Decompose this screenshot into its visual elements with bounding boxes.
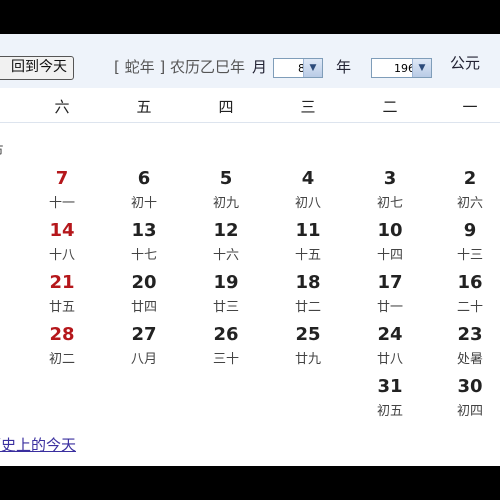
calendar-day-lunar: 初五 — [376, 404, 403, 419]
calendar-day-lunar: 廿八 — [376, 352, 403, 367]
calendar-day[interactable]: 17 — [368, 272, 412, 293]
calendar-toolbar: 公元 1965 ▼ 年 8 ▼ 月 [ 蛇年 ] 农历乙巳年 回到今天 — [0, 34, 500, 89]
calendar-day[interactable]: 10 — [368, 220, 412, 241]
calendar-day-lunar: 十一 — [48, 196, 75, 211]
weekday-header-4: 三 — [300, 98, 316, 116]
calendar-day-lunar: 廿三 — [212, 300, 239, 315]
calendar-day[interactable]: 1 — [0, 116, 6, 137]
calendar-day-lunar: 三十 — [212, 352, 239, 367]
calendar-day[interactable]: 5 — [204, 168, 248, 189]
year-label: 年 — [335, 58, 351, 76]
weekday-header-2: 五 — [136, 98, 152, 116]
calendar-day[interactable]: 9 — [448, 220, 492, 241]
calendar-day-lunar: 十三 — [456, 248, 483, 263]
calendar-day-lunar: 初八 — [294, 196, 321, 211]
calendar-day[interactable]: 16 — [448, 272, 492, 293]
calendar-day[interactable]: 12 — [204, 220, 248, 241]
calendar-day[interactable]: 20 — [122, 272, 166, 293]
calendar-day[interactable]: 31 — [368, 376, 412, 397]
calendar-day-lunar: 廿九 — [294, 352, 321, 367]
calendar-widget: 公元 1965 ▼ 年 8 ▼ 月 [ 蛇年 ] 农历乙巳年 回到今天 日六五四… — [0, 34, 500, 466]
calendar-day[interactable]: 4 — [286, 168, 330, 189]
weekday-header-5: 二 — [382, 98, 398, 116]
month-select[interactable]: 8 ▼ — [273, 58, 323, 78]
calendar-day[interactable]: 29 — [0, 324, 6, 345]
calendar-day[interactable]: 24 — [368, 324, 412, 345]
calendar-day[interactable]: 22 — [0, 272, 6, 293]
calendar-day-lunar: 十八 — [48, 248, 75, 263]
lunar-year-text: [ 蛇年 ] 农历乙巳年 — [113, 58, 245, 76]
calendar-day[interactable]: 21 — [40, 272, 84, 293]
weekday-header-6: 一 — [462, 98, 478, 116]
calendar-day[interactable]: 30 — [448, 376, 492, 397]
calendar-day[interactable]: 18 — [286, 272, 330, 293]
era-label-text: 公元 — [449, 54, 480, 72]
weekday-header-0: 日 — [0, 96, 4, 117]
calendar-day[interactable]: 8 — [0, 168, 6, 189]
calendar-day-lunar: 十六 — [212, 248, 239, 263]
calendar-day[interactable]: 14 — [40, 220, 84, 241]
calendar-day-lunar: 廿四 — [130, 300, 157, 315]
calendar-day[interactable]: 26 — [204, 324, 248, 345]
month-label: 月 — [251, 58, 267, 76]
calendar-day-lunar: 初十 — [130, 196, 157, 211]
calendar-day-lunar: 初六 — [456, 196, 483, 211]
calendar-day-lunar: 廿二 — [294, 300, 321, 315]
weekday-header-3: 四 — [218, 98, 234, 116]
chevron-down-icon[interactable]: ▼ — [303, 59, 322, 77]
lunar-year-info: [ 蛇年 ] 农历乙巳年 — [113, 58, 245, 76]
chevron-down-icon[interactable]: ▼ — [412, 59, 431, 77]
calendar-day-lunar: 十四 — [376, 248, 403, 263]
calendar-day-lunar: 十五 — [294, 248, 321, 263]
calendar-day-lunar: 二十 — [456, 300, 483, 315]
mirrored-calendar: 公元 1965 ▼ 年 8 ▼ 月 [ 蛇年 ] 农历乙巳年 回到今天 日六五四… — [0, 34, 500, 466]
calendar-day-lunar: 建军节 — [0, 140, 8, 159]
calendar-day[interactable]: 7 — [40, 168, 84, 189]
history-today-link[interactable]: 历史上的今天 — [0, 434, 76, 455]
calendar-day-lunar: 廿五 — [48, 300, 75, 315]
calendar-day-lunar: 初三 — [0, 348, 8, 367]
calendar-day[interactable]: 28 — [40, 324, 84, 345]
calendar-day-lunar: 初二 — [48, 352, 75, 367]
calendar-day[interactable]: 15 — [0, 220, 6, 241]
calendar-day-lunar: 立秋 — [0, 192, 8, 211]
calendar-day-lunar: 十七 — [130, 248, 157, 263]
calendar-day[interactable]: 27 — [122, 324, 166, 345]
calendar-day-lunar: 初九 — [212, 196, 239, 211]
calendar-day[interactable]: 23 — [448, 324, 492, 345]
calendar-day-lunar: 十九 — [0, 244, 8, 263]
calendar-day-lunar: 八月 — [130, 352, 157, 367]
weekday-header-1: 六 — [54, 98, 70, 116]
back-to-today-button[interactable]: 回到今天 — [0, 56, 74, 80]
weekday-header: 日六五四三二一 — [0, 88, 500, 123]
calendar-day-lunar: 廿一 — [376, 300, 403, 315]
back-to-today-label: 回到今天 — [11, 59, 67, 75]
calendar-day-lunar: 廿六 — [0, 296, 8, 315]
calendar-day[interactable]: 2 — [448, 168, 492, 189]
calendar-day[interactable]: 25 — [286, 324, 330, 345]
calendar-day-lunar: 初七 — [376, 196, 403, 211]
calendar-day[interactable]: 3 — [368, 168, 412, 189]
year-select[interactable]: 1965 ▼ — [371, 58, 432, 78]
calendar-day[interactable]: 11 — [286, 220, 330, 241]
calendar-day[interactable]: 13 — [122, 220, 166, 241]
calendar-day-lunar: 处暑 — [456, 352, 483, 367]
calendar-day[interactable]: 19 — [204, 272, 248, 293]
calendar-day-lunar: 初四 — [456, 404, 483, 419]
year-label-text: 年 — [335, 58, 351, 76]
calendar-day[interactable]: 6 — [122, 168, 166, 189]
month-label-text: 月 — [251, 58, 267, 76]
era-label: 公元 — [449, 54, 480, 72]
